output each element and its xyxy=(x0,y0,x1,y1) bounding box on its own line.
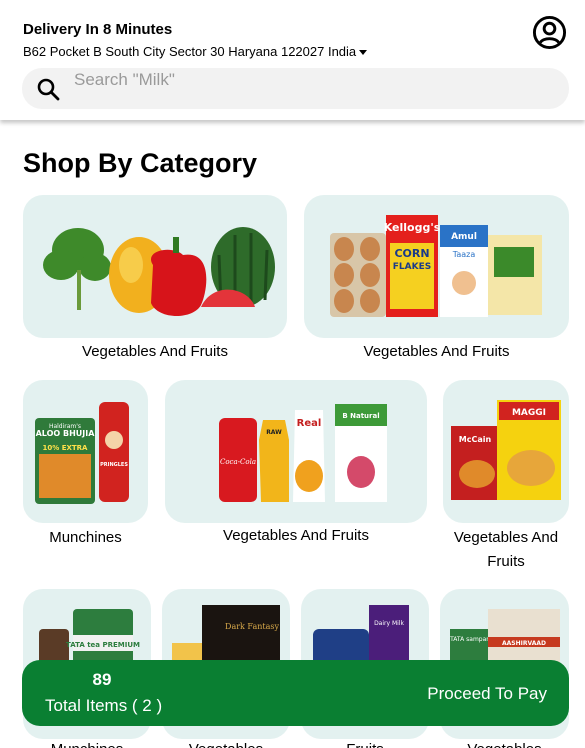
cart-total-amount: 89 xyxy=(92,670,112,689)
snacks-image: ALOO BHUJIA 10% EXTRA Haldiram's PRINGLE… xyxy=(35,402,129,504)
user-profile-icon[interactable] xyxy=(532,15,567,50)
delivery-time-title: Delivery In 8 Minutes xyxy=(23,21,173,38)
section-title: Shop By Category xyxy=(23,148,258,178)
tata-sampann-text: TATA sampann xyxy=(449,636,494,643)
pringles-text: PRINGLES xyxy=(100,462,128,468)
category-label: Vegetables And Fruits xyxy=(82,343,228,360)
taaza-text: Taaza xyxy=(452,250,476,259)
category-label: Vegetables xyxy=(162,738,290,748)
corn-text: CORN xyxy=(394,247,429,260)
category-label: Vegetables And Fruits xyxy=(453,529,559,570)
raw-text: RAW xyxy=(266,429,282,436)
category-card[interactable]: ALOO BHUJIA 10% EXTRA Haldiram's PRINGLE… xyxy=(23,380,148,523)
flakes-text: FLAKES xyxy=(393,262,431,272)
cart-total-items: Total Items ( 2 ) xyxy=(45,696,163,715)
category-card[interactable] xyxy=(23,195,287,338)
maggi-text: MAGGI xyxy=(512,408,546,418)
amul-text: Amul xyxy=(451,232,477,242)
category-label: Vegetables xyxy=(440,738,569,748)
b-natural-text: B Natural xyxy=(342,412,379,420)
category-card[interactable]: Kellogg's CORN FLAKES Amul Taaza xyxy=(304,195,569,338)
cart-footer-bar[interactable]: 89 Total Items ( 2 ) Proceed To Pay xyxy=(22,660,569,726)
delivery-address-selector[interactable]: B62 Pocket B South City Sector 30 Haryan… xyxy=(23,44,368,59)
haldiram-text: Haldiram's xyxy=(49,423,81,430)
dairy-eggs-image: Kellogg's CORN FLAKES Amul Taaza xyxy=(330,215,542,317)
coca-cola-text: Coca-Cola xyxy=(220,458,256,466)
drinks-juices-image: Coca-Cola RAW Real B Natural xyxy=(219,404,387,502)
proceed-to-pay-button[interactable]: Proceed To Pay xyxy=(427,684,547,704)
app-header: Delivery In 8 Minutes B62 Pocket B South… xyxy=(0,0,585,120)
category-label: Vegetables And Fruits xyxy=(363,343,510,360)
search-input[interactable] xyxy=(74,68,544,109)
category-label: Munchines xyxy=(49,529,122,546)
kelloggs-text: Kellogg's xyxy=(384,221,441,234)
category-card[interactable]: Coca-Cola RAW Real B Natural xyxy=(165,380,427,523)
instant-food-image: McCain MAGGI xyxy=(451,400,561,500)
real-text: Real xyxy=(297,418,322,429)
caret-down-icon xyxy=(359,50,368,56)
search-bar[interactable] xyxy=(22,68,569,109)
category-label: Fruits xyxy=(301,738,429,748)
tata-premium-text: TATA tea PREMIUM xyxy=(66,641,140,649)
category-label: Vegetables And Fruits xyxy=(223,527,369,544)
delivery-address: B62 Pocket B South City Sector 30 Haryan… xyxy=(23,44,357,59)
category-label: Munchines xyxy=(23,738,151,748)
aashirvaad-text: AASHIRVAAD xyxy=(502,640,546,647)
dairy-milk-text: Dairy Milk xyxy=(374,620,404,627)
dark-fantasy-text: Dark Fantasy xyxy=(225,622,279,631)
category-card[interactable]: McCain MAGGI xyxy=(443,380,569,523)
vegetables-fruits-image xyxy=(43,227,275,317)
extra-text: 10% EXTRA xyxy=(43,444,89,452)
search-icon xyxy=(37,78,60,101)
aloo-bhujia-text: ALOO BHUJIA xyxy=(36,429,96,438)
mccain-text: McCain xyxy=(459,435,492,444)
